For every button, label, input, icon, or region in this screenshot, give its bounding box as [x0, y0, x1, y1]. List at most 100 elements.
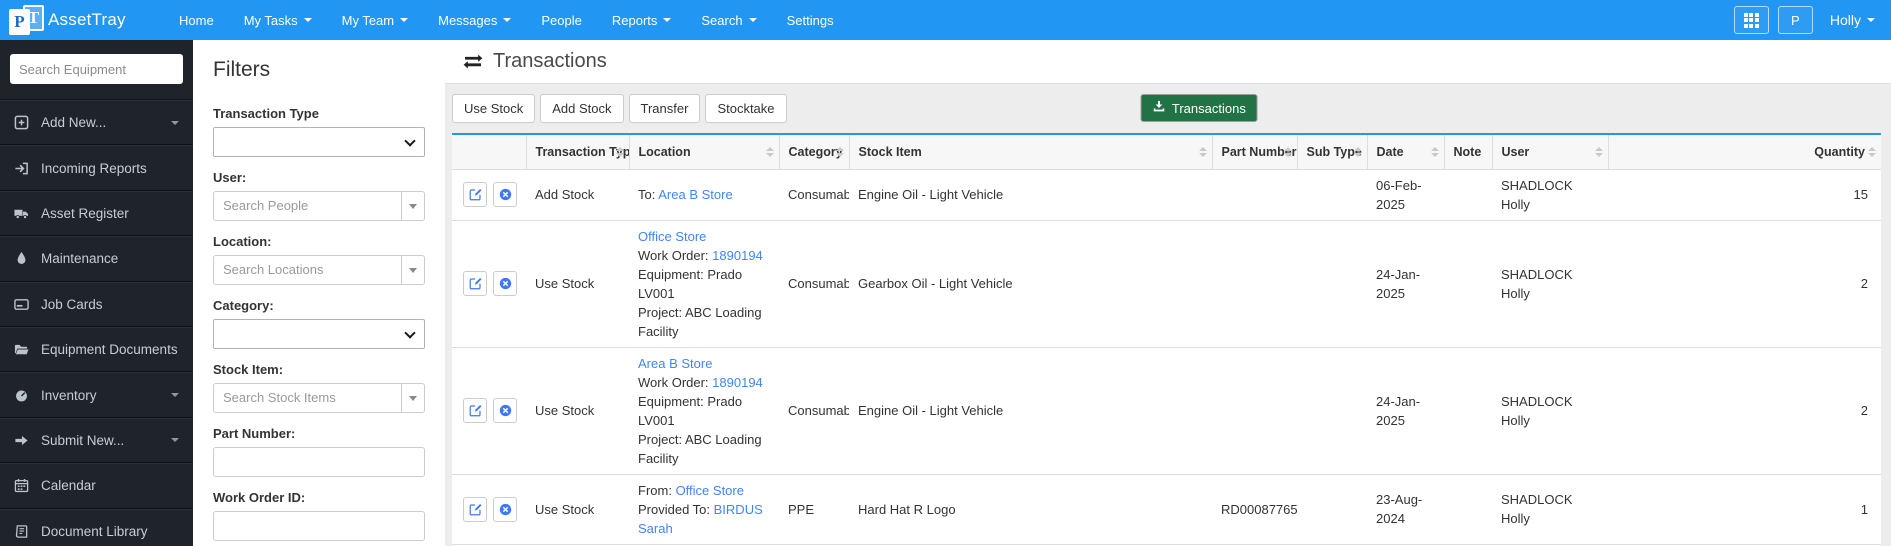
location-search-select[interactable]: Search Locations: [213, 255, 425, 285]
sidebar-item-inventory[interactable]: Inventory: [0, 372, 193, 418]
folder-open-icon: [14, 342, 41, 357]
user-search-select[interactable]: Search People: [213, 191, 425, 221]
cell-part-number: RD00087765: [1212, 473, 1297, 544]
cell-sub-type: [1297, 169, 1367, 220]
user-name: Holly: [1829, 12, 1861, 28]
location-link[interactable]: Office Store: [638, 229, 706, 244]
brand[interactable]: T P AssetTray: [0, 4, 142, 36]
export-transactions-button[interactable]: Transactions: [1140, 94, 1258, 122]
nav-item-search[interactable]: Search: [686, 0, 771, 40]
cell-user: SHADLOCK Holly: [1501, 177, 1573, 212]
sidebar-item-asset-register[interactable]: Asset Register: [0, 190, 193, 237]
cell-quantity: 15: [1853, 187, 1868, 202]
col-user[interactable]: User: [1491, 135, 1608, 170]
stocktake-button[interactable]: Stocktake: [705, 94, 787, 123]
cancel-button[interactable]: [493, 496, 517, 522]
edit-button[interactable]: [463, 271, 487, 296]
location-link[interactable]: Area B Store: [658, 187, 732, 202]
download-icon: [1153, 100, 1166, 116]
sidebar-item-incoming-reports[interactable]: Incoming Reports: [0, 145, 193, 191]
col-transaction-type[interactable]: Transaction Type: [525, 135, 629, 170]
cancel-button[interactable]: [493, 398, 517, 423]
cell-note: [1444, 169, 1492, 220]
part-number-input[interactable]: [213, 447, 425, 477]
col-part-number[interactable]: Part Number: [1211, 135, 1297, 170]
chevron-down-icon: [400, 18, 409, 22]
nav-item-settings[interactable]: Settings: [772, 0, 849, 40]
col-quantity[interactable]: Quantity: [1607, 135, 1881, 170]
table-row: Use Stock From: Office Store Provided To…: [452, 473, 1881, 544]
sidebar-item-submit-new[interactable]: Submit New...: [0, 417, 193, 464]
cell-quantity: 2: [1608, 219, 1881, 347]
droplet-icon: [14, 251, 41, 266]
work-order-input[interactable]: [213, 511, 425, 541]
book-icon: [14, 524, 41, 539]
cancel-button[interactable]: [493, 182, 517, 207]
cell-location: From: Office Store Provided To: BIRDUS S…: [629, 473, 779, 544]
cancel-button[interactable]: [493, 271, 517, 296]
nav-item-home[interactable]: Home: [164, 0, 229, 40]
caret-down-icon: [409, 395, 417, 401]
col-stock-item[interactable]: Stock Item: [848, 135, 1212, 170]
location-link[interactable]: Office Store: [676, 483, 744, 498]
edit-button[interactable]: [463, 496, 487, 522]
chevron-down-icon: [171, 393, 179, 398]
search-equipment-input[interactable]: [10, 54, 183, 84]
col-sub-type[interactable]: Sub Type: [1296, 135, 1367, 170]
col-location[interactable]: Location: [628, 135, 779, 170]
work-order-label: Work Order ID:: [213, 490, 306, 505]
gauge-icon: [14, 388, 41, 403]
category-select[interactable]: [213, 319, 425, 349]
work-order-link[interactable]: 1890194: [712, 375, 763, 390]
page-header: Transactions: [445, 40, 1891, 84]
cell-note: [1444, 219, 1492, 347]
sort-icon: [1353, 146, 1362, 157]
edit-button[interactable]: [463, 182, 487, 207]
dropdown-toggle[interactable]: [401, 192, 424, 220]
transaction-type-select[interactable]: [213, 127, 425, 157]
edit-button[interactable]: [463, 398, 487, 423]
sort-icon: [835, 146, 844, 157]
dropdown-toggle[interactable]: [401, 384, 424, 412]
cell-user: SHADLOCK Holly: [1492, 473, 1608, 544]
stock-item-search-select[interactable]: Search Stock Items: [213, 383, 425, 413]
credit-card-icon: [14, 297, 41, 312]
sidebar-item-document-library[interactable]: Document Library: [0, 508, 193, 546]
transaction-type-label: Transaction Type: [213, 106, 319, 121]
cell-actions: [452, 473, 526, 544]
main-content: Transactions Use Stock Add Stock Transfe…: [445, 40, 1891, 546]
nav-item-people[interactable]: People: [526, 0, 596, 40]
cell-location: To: Area B Store: [638, 187, 733, 202]
nav-item-my-tasks[interactable]: My Tasks: [229, 0, 327, 40]
sidebar-item-add-new[interactable]: Add New...: [0, 100, 193, 146]
add-stock-button[interactable]: Add Stock: [540, 94, 624, 123]
location-link[interactable]: Area B Store: [638, 356, 712, 371]
cell-category: Consumable: [788, 187, 849, 202]
nav-item-my-team[interactable]: My Team: [327, 0, 424, 40]
filters-panel: Filters Transaction Type User: Search Pe…: [193, 40, 445, 546]
user-menu[interactable]: Holly: [1830, 12, 1875, 28]
table-header-row: Transaction Type Location Category Stock…: [452, 135, 1881, 170]
col-note[interactable]: Note: [1443, 135, 1492, 170]
sidebar-item-job-cards[interactable]: Job Cards: [0, 281, 193, 327]
cell-date: 24-Jan-2025: [1367, 346, 1444, 474]
sidebar-item-calendar[interactable]: Calendar: [0, 463, 193, 509]
col-category[interactable]: Category: [778, 135, 849, 170]
sidebar-item-maintenance[interactable]: Maintenance: [0, 236, 193, 282]
use-stock-button[interactable]: Use Stock: [452, 94, 536, 123]
nav-item-reports[interactable]: Reports: [597, 0, 687, 40]
sidebar-item-equipment-documents[interactable]: Equipment Documents: [0, 326, 193, 373]
dropdown-toggle[interactable]: [401, 256, 424, 284]
profile-initial-button[interactable]: P: [1777, 6, 1813, 34]
cell-date: 23-Aug-2024: [1367, 473, 1444, 544]
transfer-button[interactable]: Transfer: [628, 94, 701, 123]
cell-quantity: 1: [1608, 473, 1881, 544]
work-order-link[interactable]: 1890194: [712, 248, 763, 263]
filters-title: Filters: [213, 58, 271, 81]
col-date[interactable]: Date: [1366, 135, 1444, 170]
cell-part-number: [1212, 346, 1297, 474]
location-label: Location:: [213, 234, 272, 249]
cell-location: Office Store Work Order: 1890194 Equipme…: [629, 219, 779, 347]
nav-item-messages[interactable]: Messages: [423, 0, 526, 40]
apps-grid-button[interactable]: [1733, 6, 1769, 34]
